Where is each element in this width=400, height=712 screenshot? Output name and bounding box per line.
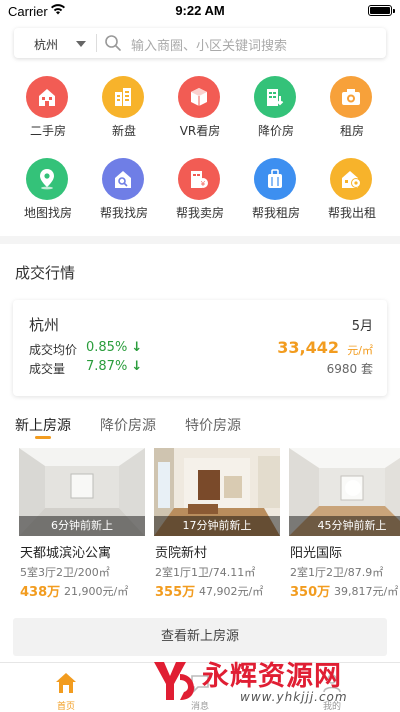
grid-item-help-sell[interactable]: ¥ 帮我卖房 — [162, 152, 238, 222]
listing-new-tag: 17分钟前新上 — [154, 516, 280, 536]
avg-price-value: 33,442 — [277, 338, 339, 357]
grid-item-label: 地图找房 — [23, 206, 72, 220]
camera-icon — [330, 76, 372, 118]
listing-price: 355万 — [155, 585, 196, 600]
tab-special-offer[interactable]: 特价房源 — [185, 415, 241, 435]
status-bar: Carrier 9:22 AM — [0, 0, 400, 22]
tabbar-label: 首页 — [56, 702, 75, 712]
home-icon — [54, 671, 78, 698]
divider — [96, 34, 97, 52]
grid-item-vr[interactable]: VR看房 — [162, 70, 238, 140]
grid-item-label: 新盘 — [111, 124, 136, 138]
grid-item-new-house[interactable]: 新盘 — [86, 70, 162, 140]
listing-name: 天都城滨沁公寓 — [20, 546, 112, 561]
listing-price: 350万 — [290, 585, 331, 600]
grid-item-rent-out[interactable]: 帮我出租 — [314, 152, 390, 222]
grid-item-second-hand[interactable]: 二手房 — [10, 70, 86, 140]
svg-text:¥: ¥ — [201, 180, 206, 188]
listing-card[interactable]: 6分钟前新上 天都城滨沁公寓 5室3厅2卫/200㎡ 438万 21,900元/… — [19, 448, 145, 608]
avg-price-change: 0.85% ↓ — [86, 340, 142, 355]
watermark-logo-icon — [150, 656, 198, 708]
listing-photo: 45分钟前新上 — [289, 448, 400, 536]
house-search-icon — [102, 158, 144, 200]
volume-change: 7.87% ↓ — [86, 359, 142, 374]
watermark-url: www.yhkjjj.com — [240, 690, 348, 704]
clock: 9:22 AM — [175, 3, 225, 18]
listing-name: 阳光国际 — [290, 546, 343, 561]
grid-item-map-search[interactable]: 地图找房 — [10, 152, 86, 222]
search-icon — [104, 34, 122, 56]
listing-new-tag: 45分钟前新上 — [289, 516, 400, 536]
chevron-down-icon[interactable] — [76, 41, 86, 47]
listing-photo: 6分钟前新上 — [19, 448, 145, 536]
listing-card[interactable]: 17分钟前新上 贡院新村 2室1厅1卫/74.11㎡ 355万 47,902元/… — [154, 448, 280, 608]
tab-new-listings[interactable]: 新上房源 — [15, 415, 71, 435]
listing-price: 438万 — [20, 585, 61, 600]
tab-price-drop[interactable]: 降价房源 — [100, 415, 156, 435]
city-selector[interactable]: 杭州 — [34, 36, 58, 53]
grid-item-label: 帮我出租 — [327, 206, 376, 220]
grid-item-label: 二手房 — [29, 124, 66, 138]
grid-item-label: 帮我找房 — [99, 206, 148, 220]
watermark: 永辉资源网 www.yhkjjj.com — [150, 650, 400, 710]
listing-spec: 5室3厅2卫/200㎡ — [20, 566, 110, 579]
listing-unit-price: 21,900元/㎡ — [64, 585, 129, 598]
section-divider — [0, 236, 400, 244]
grid-item-label: VR看房 — [179, 124, 221, 138]
listing-new-tag: 6分钟前新上 — [19, 516, 145, 536]
volume-label: 成交量 — [29, 362, 66, 376]
vr-box-icon — [178, 76, 220, 118]
grid-item-label: 租房 — [339, 124, 364, 138]
map-pin-icon — [26, 158, 68, 200]
avg-price-unit: 元/㎡ — [347, 344, 373, 357]
watermark-title: 永辉资源网 — [202, 661, 342, 692]
listing-name: 贡院新村 — [155, 546, 208, 561]
battery-icon — [368, 5, 395, 16]
arrow-down-icon: ↓ — [131, 359, 143, 374]
grid-item-label: 降价房 — [257, 124, 294, 138]
grid-item-help-rent[interactable]: 帮我租房 — [238, 152, 314, 222]
new-house-icon — [102, 76, 144, 118]
active-tab-indicator — [35, 436, 51, 439]
grid-item-rent[interactable]: 租房 — [314, 70, 390, 140]
feature-grid: 二手房 新盘 VR看房 降价房 租房 地图找房 帮我找房 ¥ 帮我卖房 帮我租房… — [0, 70, 400, 230]
deal-count: 6980 套 — [326, 362, 373, 376]
listing-spec: 2室1厅2卫/87.9㎡ — [290, 566, 384, 579]
grid-item-label: 帮我租房 — [251, 206, 300, 220]
volume-change-value: 7.87% — [86, 359, 128, 374]
listing-photo: 17分钟前新上 — [154, 448, 280, 536]
market-card[interactable]: 杭州 5月 成交均价 0.85% ↓ 成交量 7.87% ↓ 33,442 元/㎡ … — [13, 300, 387, 396]
listing-tabs: 新上房源 降价房源 特价房源 — [0, 415, 400, 441]
suitcase-icon — [254, 158, 296, 200]
sell-house-icon: ¥ — [178, 158, 220, 200]
market-section-title: 成交行情 — [15, 264, 76, 282]
listing-spec: 2室1厅1卫/74.11㎡ — [155, 566, 256, 579]
avg-price-label: 成交均价 — [29, 343, 78, 357]
search-input[interactable]: 输入商圈、小区关键词搜索 — [131, 35, 287, 54]
search-bar: 杭州 输入商圈、小区关键词搜索 — [0, 22, 400, 64]
price-down-icon — [254, 76, 296, 118]
search-box[interactable]: 杭州 输入商圈、小区关键词搜索 — [14, 28, 386, 58]
grid-item-help-find[interactable]: 帮我找房 — [86, 152, 162, 222]
arrow-down-icon: ↓ — [131, 340, 143, 355]
rent-out-icon — [330, 158, 372, 200]
avg-price-change-value: 0.85% — [86, 340, 128, 355]
market-city: 杭州 — [29, 316, 60, 334]
listing-card[interactable]: 45分钟前新上 阳光国际 2室1厅2卫/87.9㎡ 350万 39,817元/㎡ — [289, 448, 400, 608]
listing-unit-price: 47,902元/㎡ — [199, 585, 264, 598]
building-icon — [26, 76, 68, 118]
market-month: 5月 — [351, 319, 373, 334]
grid-item-price-down[interactable]: 降价房 — [238, 70, 314, 140]
listing-unit-price: 39,817元/㎡ — [334, 585, 399, 598]
grid-item-label: 帮我卖房 — [175, 206, 224, 220]
